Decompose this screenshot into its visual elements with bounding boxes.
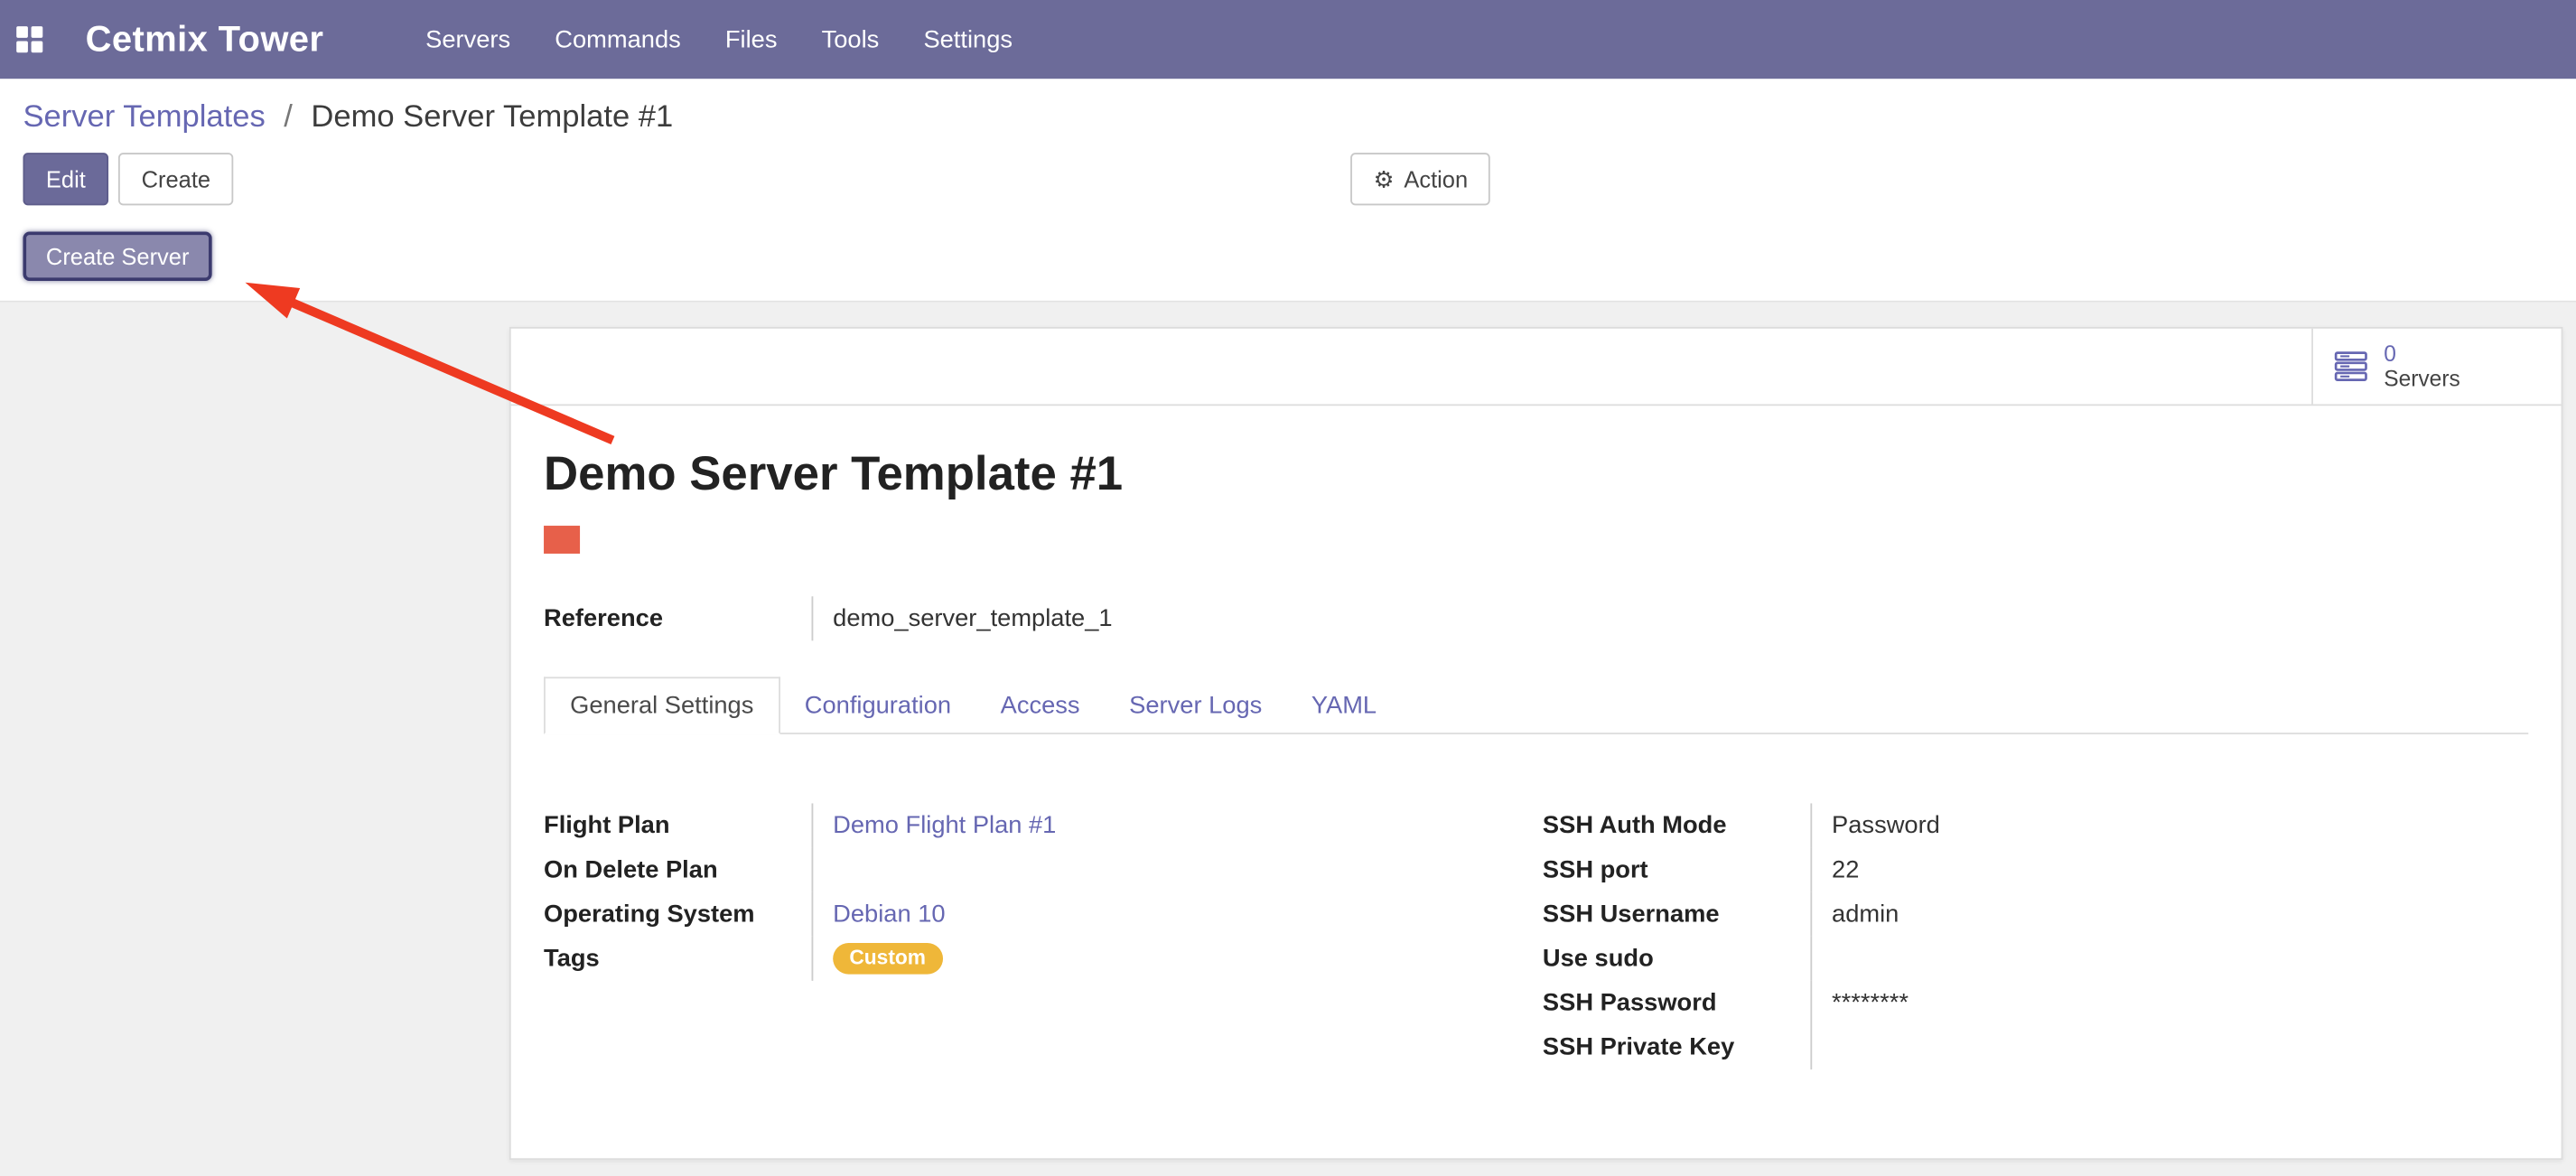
servers-label: Servers: [2384, 367, 2460, 391]
left-field-group: Flight Plan Demo Flight Plan #1 On Delet…: [544, 803, 1480, 1069]
breadcrumb-current: Demo Server Template #1: [311, 100, 673, 135]
on-delete-plan-value: [812, 848, 1480, 892]
tab-yaml[interactable]: YAML: [1287, 678, 1402, 733]
menu-item-servers[interactable]: Servers: [425, 25, 510, 53]
field-ssh-password: SSH Password ********: [1543, 981, 2528, 1025]
field-columns: Flight Plan Demo Flight Plan #1 On Delet…: [544, 803, 2528, 1069]
ssh-port-label: SSH port: [1543, 856, 1810, 884]
action-button-label: Action: [1404, 164, 1468, 194]
tab-configuration[interactable]: Configuration: [779, 678, 975, 733]
edit-button[interactable]: Edit: [23, 153, 108, 205]
ssh-password-label: SSH Password: [1543, 989, 1810, 1017]
ssh-password-value: ********: [1810, 981, 2528, 1025]
ssh-username-value: admin: [1810, 892, 2528, 937]
field-flight-plan: Flight Plan Demo Flight Plan #1: [544, 803, 1480, 847]
field-ssh-username: SSH Username admin: [1543, 892, 2528, 937]
content-area: 0 Servers Demo Server Template #1 Refere…: [0, 303, 2576, 1176]
servers-count: 0: [2384, 341, 2460, 366]
menu-item-commands[interactable]: Commands: [555, 25, 681, 53]
tab-server-logs[interactable]: Server Logs: [1105, 678, 1287, 733]
apps-grid-icon[interactable]: [16, 26, 42, 52]
field-on-delete-plan: On Delete Plan: [544, 848, 1480, 892]
action-button[interactable]: ⚙ Action: [1350, 153, 1490, 205]
notebook-tabs: General Settings Configuration Access Se…: [544, 677, 2528, 734]
page: Cetmix Tower Servers Commands Files Tool…: [0, 0, 2576, 1174]
breadcrumb: Server Templates / Demo Server Template …: [0, 79, 2576, 136]
gear-icon: ⚙: [1374, 168, 1395, 191]
control-panel: Server Templates / Demo Server Template …: [0, 79, 2576, 302]
object-buttons-row: Create Server: [23, 231, 2576, 281]
top-navbar: Cetmix Tower Servers Commands Files Tool…: [0, 0, 2576, 79]
app-title: Cetmix Tower: [86, 18, 324, 61]
breadcrumb-parent[interactable]: Server Templates: [23, 100, 265, 135]
servers-icon: [2333, 349, 2369, 385]
ssh-username-label: SSH Username: [1543, 901, 1810, 929]
reference-label: Reference: [544, 604, 811, 632]
record-title: Demo Server Template #1: [544, 449, 2528, 503]
menu-item-settings[interactable]: Settings: [923, 25, 1013, 53]
operating-system-link[interactable]: Debian 10: [833, 901, 945, 929]
ssh-auth-mode-value: Password: [1810, 803, 2528, 847]
on-delete-plan-label: On Delete Plan: [544, 856, 811, 884]
operating-system-label: Operating System: [544, 901, 811, 929]
tag-custom[interactable]: Custom: [833, 943, 942, 975]
ssh-private-key-label: SSH Private Key: [1543, 1033, 1810, 1061]
create-server-button[interactable]: Create Server: [23, 231, 211, 281]
tab-access[interactable]: Access: [975, 678, 1105, 733]
field-operating-system: Operating System Debian 10: [544, 892, 1480, 937]
right-field-group: SSH Auth Mode Password SSH port 22 SSH U…: [1543, 803, 2528, 1069]
sheet-body: Demo Server Template #1 Reference demo_s…: [511, 449, 2562, 1103]
ssh-private-key-value: [1810, 1025, 2528, 1069]
ssh-port-value: 22: [1810, 848, 2528, 892]
use-sudo-label: Use sudo: [1543, 945, 1810, 973]
breadcrumb-separator: /: [284, 100, 293, 135]
reference-value: demo_server_template_1: [812, 596, 1480, 640]
tab-general-settings[interactable]: General Settings: [544, 677, 779, 734]
control-buttons-row: Edit Create ⚙ Action: [23, 153, 2576, 205]
use-sudo-value: [1810, 937, 2528, 981]
button-box: 0 Servers: [511, 329, 2562, 406]
field-use-sudo: Use sudo: [1543, 937, 2528, 981]
ssh-auth-mode-label: SSH Auth Mode: [1543, 812, 1810, 840]
color-swatch[interactable]: [544, 526, 580, 554]
menu-item-files[interactable]: Files: [725, 25, 778, 53]
field-ssh-auth-mode: SSH Auth Mode Password: [1543, 803, 2528, 847]
main-menu: Servers Commands Files Tools Settings: [425, 25, 1013, 53]
servers-stat-text: 0 Servers: [2384, 341, 2460, 391]
flight-plan-label: Flight Plan: [544, 812, 811, 840]
field-ssh-private-key: SSH Private Key: [1543, 1025, 2528, 1069]
menu-item-tools[interactable]: Tools: [822, 25, 880, 53]
create-button[interactable]: Create: [118, 153, 233, 205]
field-ssh-port: SSH port 22: [1543, 848, 2528, 892]
form-sheet: 0 Servers Demo Server Template #1 Refere…: [509, 327, 2563, 1160]
flight-plan-link[interactable]: Demo Flight Plan #1: [833, 812, 1056, 840]
tags-label: Tags: [544, 945, 811, 973]
field-reference: Reference demo_server_template_1: [544, 596, 1480, 640]
servers-stat-button[interactable]: 0 Servers: [2311, 329, 2561, 405]
field-tags: Tags Custom: [544, 937, 1480, 981]
